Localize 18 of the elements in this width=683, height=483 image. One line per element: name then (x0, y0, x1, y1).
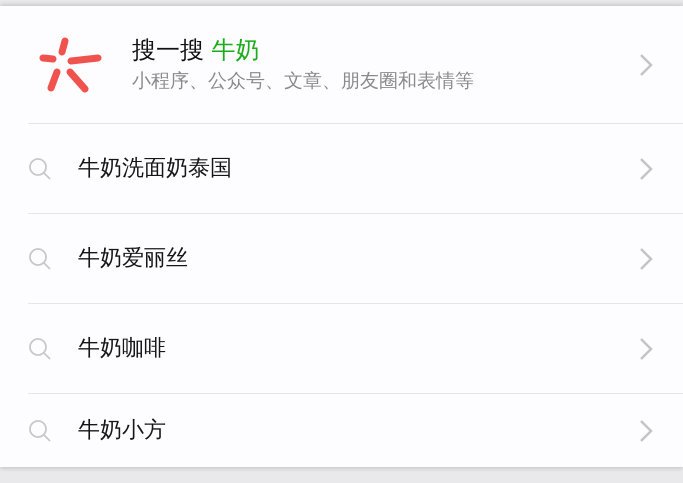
suggestion-item[interactable]: 牛奶爱丽丝 (28, 213, 683, 303)
suggestion-text: 牛奶咖啡 (78, 335, 166, 363)
chevron-icon (639, 246, 653, 270)
search-subtitle: 小程序、公众号、文章、朋友圈和表情等 (132, 68, 474, 94)
suggestion-text: 牛奶洗面奶泰国 (78, 155, 232, 183)
suggestion-item[interactable]: 牛奶小方 (28, 393, 683, 467)
chevron-icon (639, 418, 653, 442)
logo-icon (38, 36, 102, 94)
search-query: 牛奶 (212, 36, 260, 64)
suggestion-text: 牛奶爱丽丝 (78, 245, 188, 273)
search-title: 搜一搜 (132, 36, 204, 64)
suggestion-item[interactable]: 牛奶咖啡 (28, 303, 683, 393)
suggestion-text: 牛奶小方 (78, 417, 166, 445)
suggestion-item[interactable]: 牛奶洗面奶泰国 (28, 123, 683, 213)
search-header[interactable]: 搜一搜 牛奶 小程序、公众号、文章、朋友圈和表情等 (0, 6, 683, 123)
chevron-icon (639, 156, 653, 180)
chevron-icon (639, 52, 653, 76)
chevron-icon (639, 336, 653, 360)
